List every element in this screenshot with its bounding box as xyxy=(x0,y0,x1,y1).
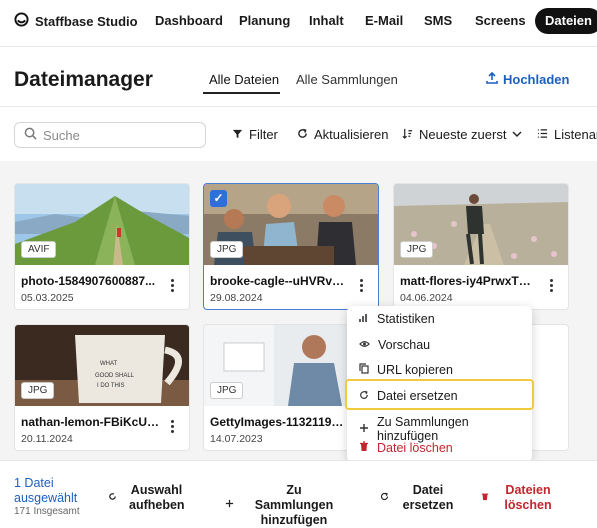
nav-divider xyxy=(0,46,597,47)
nav-item-dashboard[interactable]: Dashboard xyxy=(145,8,233,34)
menu-item-vorschau[interactable]: Vorschau xyxy=(359,338,430,352)
file-name: photo-1584907600887... xyxy=(21,274,156,288)
file-card[interactable]: WHAT GOOD SHALL I DO THIS JPG nathan-lem… xyxy=(14,324,190,451)
active-tab-indicator xyxy=(203,92,280,94)
list-icon xyxy=(537,127,548,142)
chevron-down-icon xyxy=(512,127,522,142)
menu-item-label: Vorschau xyxy=(378,338,431,352)
upload-label: Hochladen xyxy=(503,72,570,87)
list-view-label: Listenan xyxy=(554,127,597,142)
filter-label: Filter xyxy=(249,127,278,142)
file-card[interactable]: JPG matt-flores-iy4PrwxTni... 04.06.2024 xyxy=(393,183,569,310)
upload-icon xyxy=(486,71,498,87)
menu-item-statistiken[interactable]: Statistiken xyxy=(359,312,435,326)
plus-icon xyxy=(359,422,369,436)
more-options-icon[interactable] xyxy=(171,279,175,294)
menu-item-label: Datei löschen xyxy=(377,441,453,455)
nav-item-screens[interactable]: Screens xyxy=(465,8,536,34)
menu-item-zu-sammlungen[interactable]: Zu Sammlungen hinzufügen xyxy=(359,415,532,443)
staffbase-logo-icon xyxy=(14,12,29,30)
brand[interactable]: Staffbase Studio xyxy=(14,12,138,30)
header-divider xyxy=(0,106,597,107)
file-type-badge: JPG xyxy=(400,241,434,258)
list-view-button[interactable]: Listenan xyxy=(537,127,597,142)
file-card[interactable]: AVIF photo-1584907600887... 05.03.2025 xyxy=(14,183,190,310)
file-type-badge: JPG xyxy=(21,382,55,399)
sort-icon xyxy=(402,127,413,142)
tab-alle-dateien[interactable]: Alle Dateien xyxy=(209,72,279,87)
replace-file-button[interactable]: Datei ersetzen xyxy=(380,483,455,513)
filter-button[interactable]: Filter xyxy=(232,127,278,142)
nav-item-planung[interactable]: Planung xyxy=(229,8,300,34)
replace-file-label: Datei ersetzen xyxy=(402,483,454,512)
file-name: nathan-lemon-FBiKcUw... xyxy=(21,415,159,429)
filter-icon xyxy=(232,127,243,142)
search-input[interactable]: Suche xyxy=(14,122,206,148)
file-date: 29.08.2024 xyxy=(210,292,263,304)
tab-alle-sammlungen[interactable]: Alle Sammlungen xyxy=(296,72,398,87)
more-options-icon[interactable] xyxy=(171,420,175,435)
selection-action-bar: 1 Datei ausgewählt 171 Insgesamt Auswahl… xyxy=(0,460,597,528)
svg-text:WHAT: WHAT xyxy=(100,361,118,367)
plus-icon xyxy=(225,498,234,513)
selection-count: 1 Datei ausgewählt xyxy=(14,476,78,505)
total-count: 171 Insgesamt xyxy=(14,506,80,517)
file-name: matt-flores-iy4PrwxTni... xyxy=(400,274,538,288)
svg-text:GOOD SHALL: GOOD SHALL xyxy=(95,373,135,379)
selected-checkbox[interactable]: ✓ xyxy=(210,190,227,207)
highlight-outline xyxy=(345,379,534,410)
file-date: 14.07.2023 xyxy=(210,433,263,445)
delete-files-button[interactable]: Dateien löschen xyxy=(481,483,555,513)
refresh-label: Aktualisieren xyxy=(314,127,389,142)
svg-text:I DO THIS: I DO THIS xyxy=(97,383,125,389)
deselect-button[interactable]: Auswahl aufheben xyxy=(108,483,185,513)
more-options-icon[interactable] xyxy=(550,279,554,294)
refresh-icon xyxy=(297,127,308,142)
upload-button[interactable]: Hochladen xyxy=(486,71,570,87)
trash-icon xyxy=(481,491,489,506)
trash-icon xyxy=(359,441,369,455)
nav-item-email[interactable]: E-Mail xyxy=(355,8,413,34)
search-placeholder: Suche xyxy=(43,127,80,143)
more-options-icon[interactable] xyxy=(360,279,364,294)
eye-icon xyxy=(359,338,370,352)
sort-label: Neueste zuerst xyxy=(419,127,507,142)
refresh-icon xyxy=(380,491,389,506)
file-name: brooke-cagle--uHVRvD... xyxy=(210,274,348,288)
nav-item-inhalt[interactable]: Inhalt xyxy=(299,8,354,34)
nav-item-dateien[interactable]: Dateien xyxy=(535,8,597,34)
menu-item-label: Statistiken xyxy=(377,312,435,326)
add-to-collections-label: Zu Sammlungen hinzufügen xyxy=(254,483,334,527)
menu-item-label: URL kopieren xyxy=(377,363,453,377)
brand-name: Staffbase Studio xyxy=(35,13,138,29)
menu-item-label: Zu Sammlungen hinzufügen xyxy=(377,415,469,443)
refresh-button[interactable]: Aktualisieren xyxy=(297,127,388,142)
top-navigation: Staffbase Studio Dashboard Planung Inhal… xyxy=(0,0,597,44)
menu-item-datei-loeschen[interactable]: Datei löschen xyxy=(359,441,453,455)
menu-item-url-kopieren[interactable]: URL kopieren xyxy=(359,363,453,377)
undo-icon xyxy=(108,491,117,506)
file-name: GettyImages-1132119294... xyxy=(210,415,348,429)
sort-dropdown[interactable]: Neueste zuerst xyxy=(402,127,522,142)
copy-icon xyxy=(359,363,369,377)
file-type-badge: JPG xyxy=(210,241,244,258)
nav-item-sms[interactable]: SMS xyxy=(414,8,462,34)
file-date: 20.11.2024 xyxy=(21,433,73,445)
delete-files-label: Dateien löschen xyxy=(504,483,552,512)
file-date: 04.06.2024 xyxy=(400,292,453,304)
deselect-label: Auswahl aufheben xyxy=(129,483,185,512)
file-type-badge: JPG xyxy=(210,382,244,399)
bar-chart-icon xyxy=(359,312,369,326)
file-card-selected[interactable]: ✓ JPG brooke-cagle--uHVRvD... 29.08.2024 xyxy=(203,183,379,310)
page-title: Dateimanager xyxy=(14,68,153,91)
file-date: 05.03.2025 xyxy=(21,292,74,304)
file-type-badge: AVIF xyxy=(21,241,57,258)
add-to-collections-button[interactable]: Zu Sammlungen hinzufügen xyxy=(225,483,342,528)
search-icon xyxy=(24,127,37,143)
